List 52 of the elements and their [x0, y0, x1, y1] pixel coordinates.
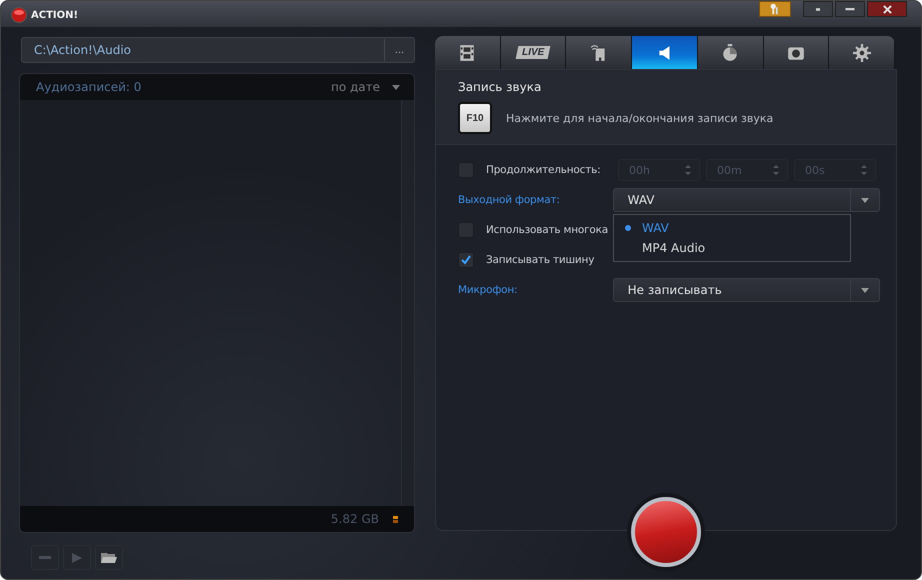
up-down-arrows-icon: [773, 165, 779, 175]
key-button[interactable]: [759, 1, 791, 17]
tab[interactable]: [764, 36, 830, 69]
settings-icon: [852, 44, 871, 62]
hotkey-hint: Нажмите для начала/окончания записи звука: [506, 112, 774, 124]
stopwatch-icon: [721, 44, 740, 62]
path-field[interactable]: C:\Action!\Audio ...: [21, 37, 415, 63]
minimize-icon: [845, 8, 855, 10]
film-icon: [458, 44, 476, 62]
close-button[interactable]: [867, 1, 907, 17]
maximize-button[interactable]: [835, 1, 865, 17]
menu-item[interactable]: MP4 Audio: [614, 238, 850, 258]
live-label: LIVE: [516, 46, 551, 59]
microphone-dropdown[interactable]: Не записывать: [612, 278, 880, 302]
folder-path: C:\Action!\Audio: [33, 43, 132, 57]
multichannel-label: Использовать многока: [486, 224, 608, 236]
disk-free-space: 5.82 GB: [330, 512, 379, 526]
close-icon: [882, 4, 892, 14]
caret-icon: [861, 288, 869, 292]
checkbox[interactable]: [458, 252, 474, 268]
tab[interactable]: [698, 36, 764, 69]
duration-label: Продолжительность:: [486, 164, 602, 176]
selected-dot-icon: [625, 225, 631, 231]
sort-label: по дате: [330, 80, 380, 94]
menu-item[interactable]: WAV: [614, 218, 850, 238]
up-down-arrows-icon: [685, 165, 691, 175]
sort-dropdown[interactable]: по дате: [330, 80, 400, 94]
section-title: Запись звука: [458, 80, 542, 94]
caret-icon: [861, 198, 869, 202]
tab[interactable]: LIVE: [500, 36, 566, 69]
tab[interactable]: [566, 36, 632, 69]
minimize-button[interactable]: [803, 1, 833, 17]
format-dropdown[interactable]: WAV: [612, 188, 880, 212]
play-icon: [71, 552, 83, 562]
tab[interactable]: [435, 36, 501, 69]
up-down-arrows-icon: [861, 165, 867, 175]
folder-icon: [101, 552, 117, 564]
scrollbar[interactable]: [401, 100, 414, 506]
microphone-label: Микрофон:: [458, 284, 518, 296]
window-title: ACTION!: [31, 10, 78, 21]
open-folder-button[interactable]: [95, 545, 123, 570]
tab[interactable]: [829, 36, 895, 69]
tab[interactable]: [632, 36, 698, 69]
recordings-count: Аудиозаписей: 0: [36, 80, 142, 94]
record-silence-label: Записывать тишину: [486, 254, 594, 266]
hotkey-button[interactable]: F10: [458, 102, 492, 134]
browse-button[interactable]: ...: [384, 39, 414, 61]
checkmark-icon: [461, 255, 471, 265]
caret-icon: [392, 84, 400, 90]
disk-usage-icon: [393, 514, 398, 524]
app-logo-icon: [11, 7, 27, 23]
output-format-label: Выходной формат:: [458, 194, 561, 206]
